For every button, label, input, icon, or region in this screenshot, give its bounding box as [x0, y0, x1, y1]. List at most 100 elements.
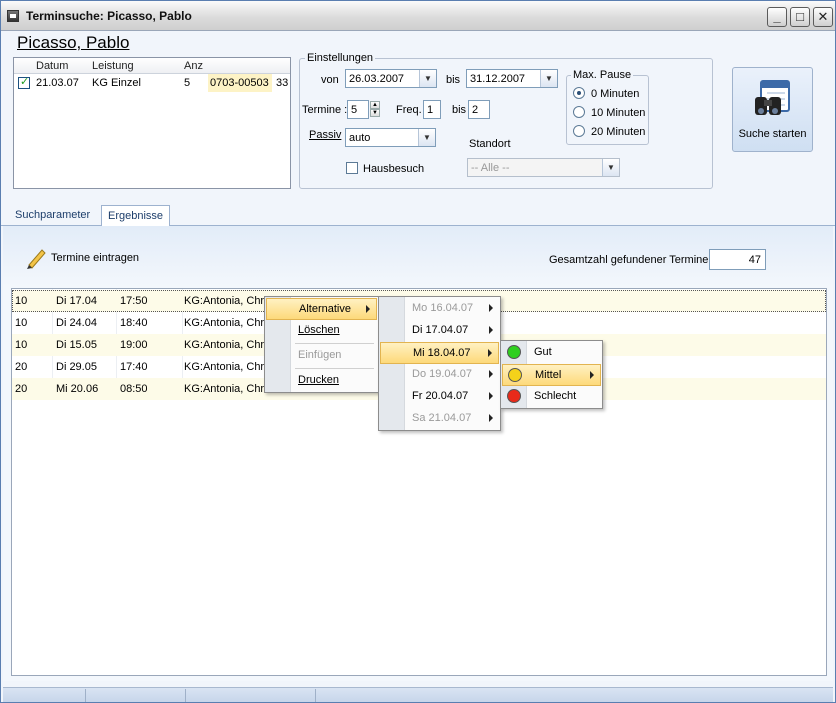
bis-date-value: 31.12.2007	[470, 73, 526, 85]
maximize-button[interactable]: □	[790, 7, 810, 27]
menu-item-loeschen[interactable]: Löschen	[266, 320, 377, 342]
hausbesuch-label: Hausbesuch	[363, 163, 425, 175]
submenu-arrow-icon	[489, 304, 493, 312]
result-desc: KG:Antonia, Chri	[184, 317, 267, 329]
menu-item-drucken[interactable]: Drucken	[266, 370, 377, 392]
alt-item-fr[interactable]: Fr 20.04.07	[380, 386, 499, 408]
result-desc: KG:Antonia, Chri	[184, 361, 267, 373]
menu-item-label: Do 19.04.07	[412, 368, 472, 380]
result-day: Di 24.04	[56, 317, 97, 329]
pencil-icon[interactable]	[25, 247, 47, 269]
booking-row[interactable]: 21.03.07 KG Einzel 5 0703-00503 33	[14, 74, 290, 92]
close-button[interactable]: ✕	[813, 7, 833, 27]
bis-date-picker[interactable]: 31.12.2007 ▼	[466, 69, 558, 88]
tab-ergebnisse[interactable]: Ergebnisse	[101, 205, 171, 227]
minimize-button[interactable]: _	[767, 7, 787, 27]
passiv-select[interactable]: auto ▼	[345, 128, 436, 147]
alternative-submenu: Mo 16.04.07 Di 17.04.07 Mi 18.04.07 Do 1…	[378, 296, 501, 431]
pause-option-20: 20 Minuten	[591, 126, 646, 138]
result-time: 17:50	[120, 295, 148, 307]
chevron-down-icon[interactable]: ▼	[602, 159, 619, 176]
menu-item-label: Sa 21.04.07	[412, 412, 472, 424]
alt-item-mo[interactable]: Mo 16.04.07	[380, 298, 499, 320]
alt-item-di[interactable]: Di 17.04.07	[380, 320, 499, 342]
result-time: 19:00	[120, 339, 148, 351]
termine-spinner[interactable]: ▲ ▼	[370, 101, 380, 118]
menu-item-label: Gut	[534, 346, 552, 358]
von-date-picker[interactable]: 26.03.2007 ▼	[345, 69, 437, 88]
submenu-arrow-icon	[489, 326, 493, 334]
chevron-down-icon[interactable]: ▼	[419, 70, 436, 87]
booking-row-checkbox[interactable]	[18, 75, 30, 89]
menu-item-label: Mi 18.04.07	[413, 347, 471, 359]
result-day: Mi 20.06	[56, 383, 99, 395]
green-dot-icon	[507, 345, 521, 359]
header-anz: Anz	[184, 60, 203, 72]
result-day: Di 17.04	[56, 295, 97, 307]
tab-suchparameter[interactable]: Suchparameter	[9, 205, 96, 226]
enter-appointments-button[interactable]: Termine eintragen	[51, 252, 139, 264]
chevron-down-icon[interactable]: ▼	[418, 129, 435, 146]
pause-option-10: 10 Minuten	[591, 107, 646, 119]
menu-item-label: Einfügen	[298, 349, 342, 361]
status-bar	[3, 687, 833, 702]
alt-item-sa[interactable]: Sa 21.04.07	[380, 408, 499, 430]
result-cell: 20	[15, 383, 28, 395]
status-divider	[85, 689, 86, 702]
menu-separator	[295, 368, 374, 369]
quality-item-gut[interactable]: Gut	[502, 342, 601, 364]
booking-datum: 21.03.07	[36, 77, 79, 89]
passiv-label: Passiv	[309, 129, 342, 141]
result-cell: 10	[15, 295, 28, 307]
freq-field[interactable]: 1	[423, 100, 441, 119]
booking-nummer: 0703-00503	[210, 77, 269, 89]
pause-radio-10[interactable]	[573, 106, 585, 118]
result-cell: 10	[15, 339, 28, 351]
menu-item-label: Mo 16.04.07	[412, 302, 474, 314]
menu-item-alternative[interactable]: Alternative	[266, 298, 377, 320]
spin-up-icon[interactable]: ▲	[370, 101, 380, 109]
booking-extra: 33	[276, 77, 289, 89]
submenu-arrow-icon	[488, 349, 492, 357]
result-time: 08:50	[120, 383, 148, 395]
alt-item-mi[interactable]: Mi 18.04.07	[380, 342, 499, 364]
booking-table[interactable]: Datum Leistung Anz 21.03.07 KG Einzel 5 …	[13, 57, 291, 189]
menu-item-label: Mittel	[535, 369, 562, 381]
quality-item-mittel[interactable]: Mittel	[502, 364, 601, 386]
menu-item-label: Löschen	[298, 324, 340, 336]
pause-option-0: 0 Minuten	[591, 88, 640, 100]
pause-radio-0[interactable]	[573, 87, 585, 99]
patient-name: Picasso, Pablo	[17, 33, 130, 52]
submenu-arrow-icon	[590, 371, 594, 379]
search-start-button[interactable]: Suche starten	[732, 67, 813, 152]
alt-item-do[interactable]: Do 19.04.07	[380, 364, 499, 386]
search-start-label: Suche starten	[738, 128, 807, 140]
calendar-binoculars-icon	[755, 80, 790, 115]
app-icon	[7, 10, 19, 22]
termine-field[interactable]: 5	[347, 100, 369, 119]
result-day: Di 15.05	[56, 339, 97, 351]
hausbesuch-checkbox[interactable]	[346, 162, 358, 174]
quality-item-schlecht[interactable]: Schlecht	[502, 386, 601, 408]
standort-select[interactable]: -- Alle -- ▼	[467, 158, 620, 177]
settings-group-title: Einstellungen	[305, 52, 376, 64]
menu-item-label: Di 17.04.07	[412, 324, 469, 336]
menu-item-einfuegen[interactable]: Einfügen	[266, 345, 377, 367]
submenu-arrow-icon	[366, 305, 370, 313]
window-title: Terminsuche: Picasso, Pablo	[26, 9, 192, 23]
menu-separator	[295, 343, 374, 344]
menu-item-label: Fr 20.04.07	[412, 390, 469, 402]
max-pause-title: Max. Pause	[571, 69, 634, 81]
menu-item-label: Alternative	[299, 303, 351, 315]
booking-anz: 5	[184, 77, 191, 89]
pause-radio-20[interactable]	[573, 125, 585, 137]
title-bar: Terminsuche: Picasso, Pablo _ □ ✕	[1, 1, 835, 31]
total-label: Gesamtzahl gefundener Termine	[549, 254, 709, 266]
freq-bis-field[interactable]: 2	[468, 100, 490, 119]
header-leistung: Leistung	[92, 60, 134, 72]
bis-label: bis	[446, 74, 461, 86]
submenu-arrow-icon	[489, 414, 493, 422]
spin-down-icon[interactable]: ▼	[370, 109, 380, 117]
chevron-down-icon[interactable]: ▼	[540, 70, 557, 87]
freq-bis-label: bis	[452, 104, 467, 116]
